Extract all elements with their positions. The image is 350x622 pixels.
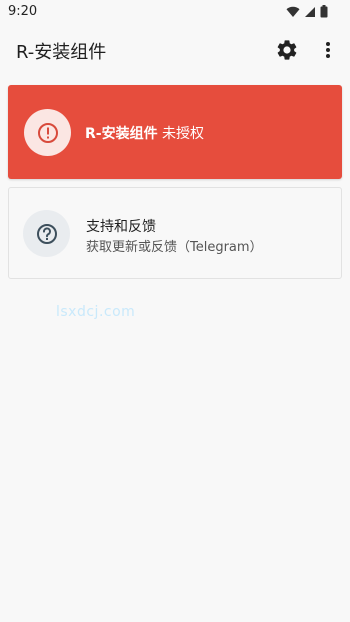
more-options-button[interactable] <box>319 38 337 62</box>
status-icon-badge <box>24 109 71 156</box>
support-subtitle: 获取更新或反馈（Telegram） <box>86 240 263 255</box>
page-title: R-安装组件 <box>16 42 107 63</box>
status-app-name: R-安装组件 <box>85 126 158 142</box>
help-icon-badge <box>23 210 70 257</box>
watermark: lsxdcj.com <box>56 304 136 320</box>
battery-icon <box>320 5 328 18</box>
alert-icon <box>37 122 58 143</box>
support-title: 支持和反馈 <box>86 219 156 235</box>
wifi-icon <box>286 6 300 17</box>
settings-button[interactable] <box>275 38 299 62</box>
app-bar: R-安装组件 <box>0 24 350 76</box>
status-time: 9:20 <box>8 4 38 19</box>
status-bar: 9:20 <box>0 0 350 24</box>
screen: 9:20 R-安装组件 R-安装组件 未授权 支持和反馈 获取更新或反馈（Tel… <box>0 0 350 622</box>
status-text: 未授权 <box>162 126 205 142</box>
more-vert-icon <box>326 42 330 58</box>
authorization-status-card[interactable]: R-安装组件 未授权 <box>8 85 342 179</box>
help-icon <box>36 223 57 244</box>
gear-icon <box>277 40 297 60</box>
support-feedback-card[interactable]: 支持和反馈 获取更新或反馈（Telegram） <box>8 187 342 279</box>
status-icons <box>286 5 328 18</box>
status-line: R-安装组件 未授权 <box>85 123 204 143</box>
signal-icon <box>305 6 315 17</box>
